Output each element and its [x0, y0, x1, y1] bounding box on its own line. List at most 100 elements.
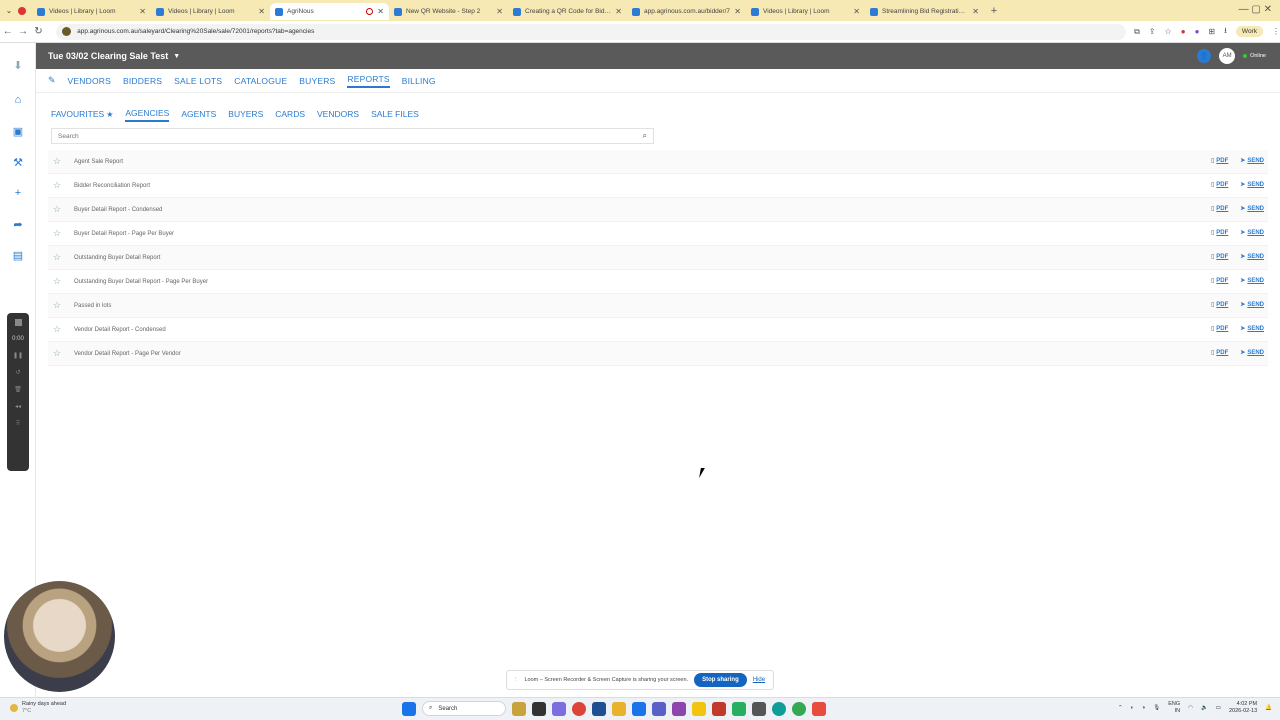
app-icon-yellow[interactable] — [692, 701, 706, 716]
bookmark-star-icon[interactable]: ☆ — [1165, 27, 1172, 36]
nav-catalogue[interactable]: CATALOGUE — [234, 76, 287, 86]
favourite-star-icon[interactable]: ☆ — [53, 252, 73, 263]
tray-app-icon[interactable]: ◐ — [1131, 705, 1134, 711]
send-button[interactable]: ➤ SEND — [1240, 325, 1264, 333]
download-icon[interactable]: ⭳ — [1224, 25, 1227, 39]
favourite-star-icon[interactable]: ☆ — [53, 324, 73, 335]
user-icon[interactable]: 👤 — [1197, 49, 1212, 63]
browser-tab[interactable]: Videos | Library | Loom ✕ — [746, 3, 865, 20]
tab-buyers[interactable]: BUYERS — [228, 109, 263, 121]
browser-menu-icon[interactable]: ⋮ — [1272, 27, 1280, 36]
nav-reports[interactable]: REPORTS — [347, 74, 390, 88]
site-info-icon[interactable] — [62, 27, 72, 36]
file-explorer-icon[interactable] — [612, 701, 626, 716]
notifications-icon[interactable]: 🔔 — [1265, 705, 1272, 711]
browser-tab[interactable]: New QR Website - Step 2 ✕ — [389, 3, 508, 20]
pdf-button[interactable]: ▯ PDF — [1211, 229, 1228, 237]
favourite-star-icon[interactable]: ☆ — [53, 180, 73, 191]
avatar[interactable]: AM — [1219, 48, 1236, 64]
pdf-button[interactable]: ▯ PDF — [1211, 277, 1228, 285]
favourite-star-icon[interactable]: ☆ — [53, 156, 73, 167]
pdf-button[interactable]: ▯ PDF — [1211, 349, 1228, 357]
browser-tab[interactable]: Streamlining Bid Registrations ✕ — [865, 3, 984, 20]
close-tab-icon[interactable]: ✕ — [258, 7, 265, 16]
browser-tab[interactable]: Videos | Library | Loom ✕ — [32, 3, 151, 20]
delete-icon[interactable]: 🗑 — [14, 386, 22, 393]
hide-button[interactable]: Hide — [753, 677, 765, 683]
wifi-icon[interactable]: ◠ — [1188, 705, 1193, 711]
teams-icon[interactable] — [652, 701, 666, 716]
send-button[interactable]: ➤ SEND — [1240, 349, 1264, 357]
mail-icon[interactable] — [632, 701, 646, 716]
restart-icon[interactable]: ↺ — [15, 369, 20, 376]
send-button[interactable]: ➤ SEND — [1240, 253, 1264, 261]
battery-icon[interactable]: ▭ — [1216, 705, 1221, 711]
tray-app-2-icon[interactable]: ◑ — [1142, 705, 1145, 711]
close-tab-icon[interactable]: ✕ — [139, 7, 146, 16]
browser-tab[interactable]: Creating a QR Code for Bidde ✕ — [508, 3, 627, 20]
drag-handle-icon[interactable]: ⋮ — [513, 677, 519, 683]
home-icon[interactable]: ⌂ — [11, 93, 25, 107]
favourite-star-icon[interactable]: ☆ — [53, 204, 73, 215]
nav-billing[interactable]: BILLING — [402, 76, 436, 86]
store-icon[interactable] — [592, 701, 606, 716]
extension-icon[interactable]: ⧉ — [1134, 27, 1140, 37]
task-view-icon[interactable] — [532, 701, 546, 716]
chevron-down-icon[interactable]: ▼ — [173, 53, 180, 60]
clock[interactable]: 4:02 PM 2026-02-13 — [1229, 701, 1257, 715]
app-icon-green[interactable] — [732, 701, 746, 716]
favourite-star-icon[interactable]: ☆ — [53, 228, 73, 239]
report-name[interactable]: Passed in lots — [74, 303, 111, 309]
pdf-button[interactable]: ▯ PDF — [1211, 253, 1228, 261]
search-input[interactable] — [58, 132, 628, 140]
send-button[interactable]: ➤ SEND — [1240, 205, 1264, 213]
tab-favourites[interactable]: FAVOURITES ★ — [51, 109, 113, 121]
extension-2-icon[interactable]: ● — [1195, 27, 1200, 36]
pdf-button[interactable]: ▯ PDF — [1211, 301, 1228, 309]
close-tab-icon[interactable]: ✕ — [496, 7, 503, 16]
pdf-button[interactable]: ▯ PDF — [1211, 205, 1228, 213]
snipping-tool-icon[interactable] — [812, 701, 826, 716]
app-icon-red[interactable] — [712, 701, 726, 716]
browser-tab[interactable]: AgriNous ✕ — [270, 3, 389, 20]
windows-start-icon[interactable] — [402, 701, 416, 716]
forward-icon[interactable]: → — [15, 26, 30, 37]
new-tab-button[interactable]: + — [984, 5, 1004, 17]
report-name[interactable]: Vendor Detail Report - Condensed — [74, 327, 166, 333]
gavel-icon[interactable]: ⚒ — [11, 155, 25, 169]
copilot-icon[interactable] — [552, 701, 566, 716]
report-name[interactable]: Buyer Detail Report - Condensed — [74, 207, 162, 213]
weather-widget[interactable]: Rainy days ahead 7°C — [10, 701, 66, 715]
window-controls[interactable]: — ▢ ✕ — [1239, 4, 1272, 15]
taskbar-app-icon[interactable] — [512, 701, 526, 716]
browser-tab[interactable]: app.agrinous.com.au/bidder/7 ✕ — [627, 3, 746, 20]
report-name[interactable]: Outstanding Buyer Detail Report — [74, 255, 160, 261]
close-tab-icon[interactable]: ✕ — [615, 7, 622, 16]
pdf-button[interactable]: ▯ PDF — [1211, 325, 1228, 333]
app-icon-purple[interactable] — [672, 701, 686, 716]
collapse-icon[interactable]: ◂◂ — [15, 403, 21, 410]
id-card-icon[interactable]: ▤ — [11, 248, 25, 262]
edit-pencil-icon[interactable]: ✎ — [48, 75, 56, 86]
microphone-icon[interactable]: 🎙 — [1153, 705, 1160, 711]
volume-icon[interactable]: 🔈 — [1201, 705, 1208, 711]
inbox-icon[interactable]: ▣ — [11, 124, 25, 138]
tab-agents[interactable]: AGENTS — [181, 109, 216, 121]
report-name[interactable]: Bidder Reconciliation Report — [74, 183, 150, 189]
tab-vendors[interactable]: VENDORS — [317, 109, 359, 121]
send-button[interactable]: ➤ SEND — [1240, 277, 1264, 285]
chrome-active-icon[interactable] — [792, 701, 806, 716]
add-icon[interactable]: + — [11, 186, 25, 200]
report-name[interactable]: Buyer Detail Report - Page Per Buyer — [74, 231, 174, 237]
loom-extension-icon[interactable]: ● — [1181, 27, 1186, 36]
send-button[interactable]: ➤ SEND — [1240, 229, 1264, 237]
pdf-button[interactable]: ▯ PDF — [1211, 181, 1228, 189]
close-tab-icon[interactable]: ✕ — [377, 7, 384, 16]
drag-handle-icon[interactable]: ⠿ — [16, 420, 20, 427]
close-tab-icon[interactable]: ✕ — [853, 7, 860, 16]
extensions-puzzle-icon[interactable]: ⊞ — [1208, 27, 1215, 36]
send-button[interactable]: ➤ SEND — [1240, 301, 1264, 309]
pdf-button[interactable]: ▯ PDF — [1211, 157, 1228, 165]
share-icon[interactable]: ⇪ — [1149, 27, 1156, 36]
taskbar-search[interactable]: ⌕ Search — [422, 701, 506, 716]
